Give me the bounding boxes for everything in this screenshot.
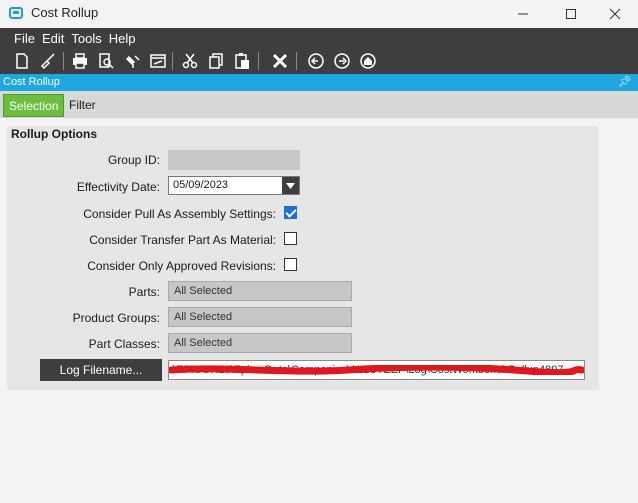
consider-approved-label: Consider Only Approved Revisions: — [87, 259, 276, 273]
home-circle-icon — [360, 53, 376, 69]
forward-button[interactable] — [332, 50, 352, 72]
chevron-down-icon — [286, 182, 295, 189]
log-filename-field[interactable]: \EPICOR10\EpicorData\Companies\ALLSTEEP\… — [168, 360, 585, 380]
attachment-button[interactable] — [122, 50, 142, 72]
close-icon — [609, 8, 621, 20]
part-classes-label: Part Classes: — [88, 337, 160, 351]
print-button[interactable] — [70, 50, 90, 72]
pin-icon[interactable]: 📌︎ — [618, 75, 632, 88]
panel-title: Cost Rollup — [3, 76, 60, 88]
product-groups-label: Product Groups: — [72, 311, 160, 325]
minimize-button[interactable] — [500, 0, 546, 28]
date-dropdown-button[interactable] — [282, 177, 299, 194]
menu-tools[interactable]: Tools — [71, 31, 101, 46]
tab-selection[interactable]: Selection — [3, 94, 65, 117]
attachment-icon — [126, 55, 140, 68]
app-window-icon — [9, 7, 23, 19]
consider-pull-label: Consider Pull As Assembly Settings: — [83, 207, 276, 221]
toolbar-separator — [296, 52, 297, 70]
consider-transfer-label: Consider Transfer Part As Material: — [89, 233, 276, 247]
arrow-right-circle-icon — [334, 53, 350, 69]
maximize-icon — [566, 9, 576, 19]
effectivity-date-field[interactable]: 05/09/2023 — [168, 176, 300, 195]
title-bar: Cost Rollup — [0, 0, 638, 28]
panel-header: Cost Rollup 📌︎ — [0, 74, 638, 91]
window-edit-icon — [150, 54, 166, 68]
minimize-icon — [518, 13, 528, 15]
back-button[interactable] — [306, 50, 326, 72]
consider-transfer-checkbox[interactable] — [284, 232, 297, 245]
close-button[interactable] — [592, 0, 638, 28]
group-id-label: Group ID: — [107, 153, 160, 167]
home-button[interactable] — [358, 50, 378, 72]
arrow-left-circle-icon — [308, 53, 324, 69]
print-preview-button[interactable] — [96, 50, 116, 72]
product-groups-field[interactable]: All Selected — [168, 307, 352, 327]
tab-filter[interactable]: Filter — [64, 94, 101, 117]
print-preview-icon — [99, 53, 114, 69]
delete-x-icon — [272, 53, 288, 69]
consider-pull-checkbox[interactable] — [284, 206, 297, 219]
toolbar-separator — [172, 52, 173, 70]
redaction-scribble — [169, 365, 584, 375]
paste-icon — [235, 53, 249, 69]
new-button[interactable] — [12, 50, 32, 72]
toolbar-separator — [258, 52, 259, 70]
menu-file[interactable]: File — [14, 31, 35, 46]
log-filename-button[interactable]: Log Filename... — [40, 359, 162, 381]
group-title: Rollup Options — [11, 127, 97, 141]
broom-icon — [40, 53, 55, 70]
parts-field[interactable]: All Selected — [168, 281, 352, 301]
consider-approved-checkbox[interactable] — [284, 258, 297, 271]
toolbar — [0, 48, 638, 74]
paste-button[interactable] — [232, 50, 252, 72]
delete-button[interactable] — [270, 50, 290, 72]
printer-icon — [73, 53, 87, 69]
effectivity-date-label: Effectivity Date: — [76, 180, 160, 194]
parts-label: Parts: — [128, 285, 160, 299]
new-document-icon — [16, 53, 28, 69]
customize-button[interactable] — [148, 50, 168, 72]
clear-button[interactable] — [38, 50, 58, 72]
menu-help[interactable]: Help — [109, 31, 136, 46]
maximize-button[interactable] — [548, 0, 594, 28]
part-classes-field[interactable]: All Selected — [168, 333, 352, 353]
menu-edit[interactable]: Edit — [42, 31, 64, 46]
copy-button[interactable] — [206, 50, 226, 72]
group-id-field[interactable] — [168, 150, 300, 170]
toolbar-separator — [63, 52, 64, 70]
menu-bar: File Edit Tools Help — [0, 28, 638, 48]
copy-icon — [209, 53, 223, 69]
tab-strip: Selection Filter — [0, 91, 638, 118]
window-title: Cost Rollup — [31, 5, 99, 20]
effectivity-date-value: 05/09/2023 — [173, 179, 229, 191]
scissors-icon — [182, 53, 198, 69]
cut-button[interactable] — [180, 50, 200, 72]
